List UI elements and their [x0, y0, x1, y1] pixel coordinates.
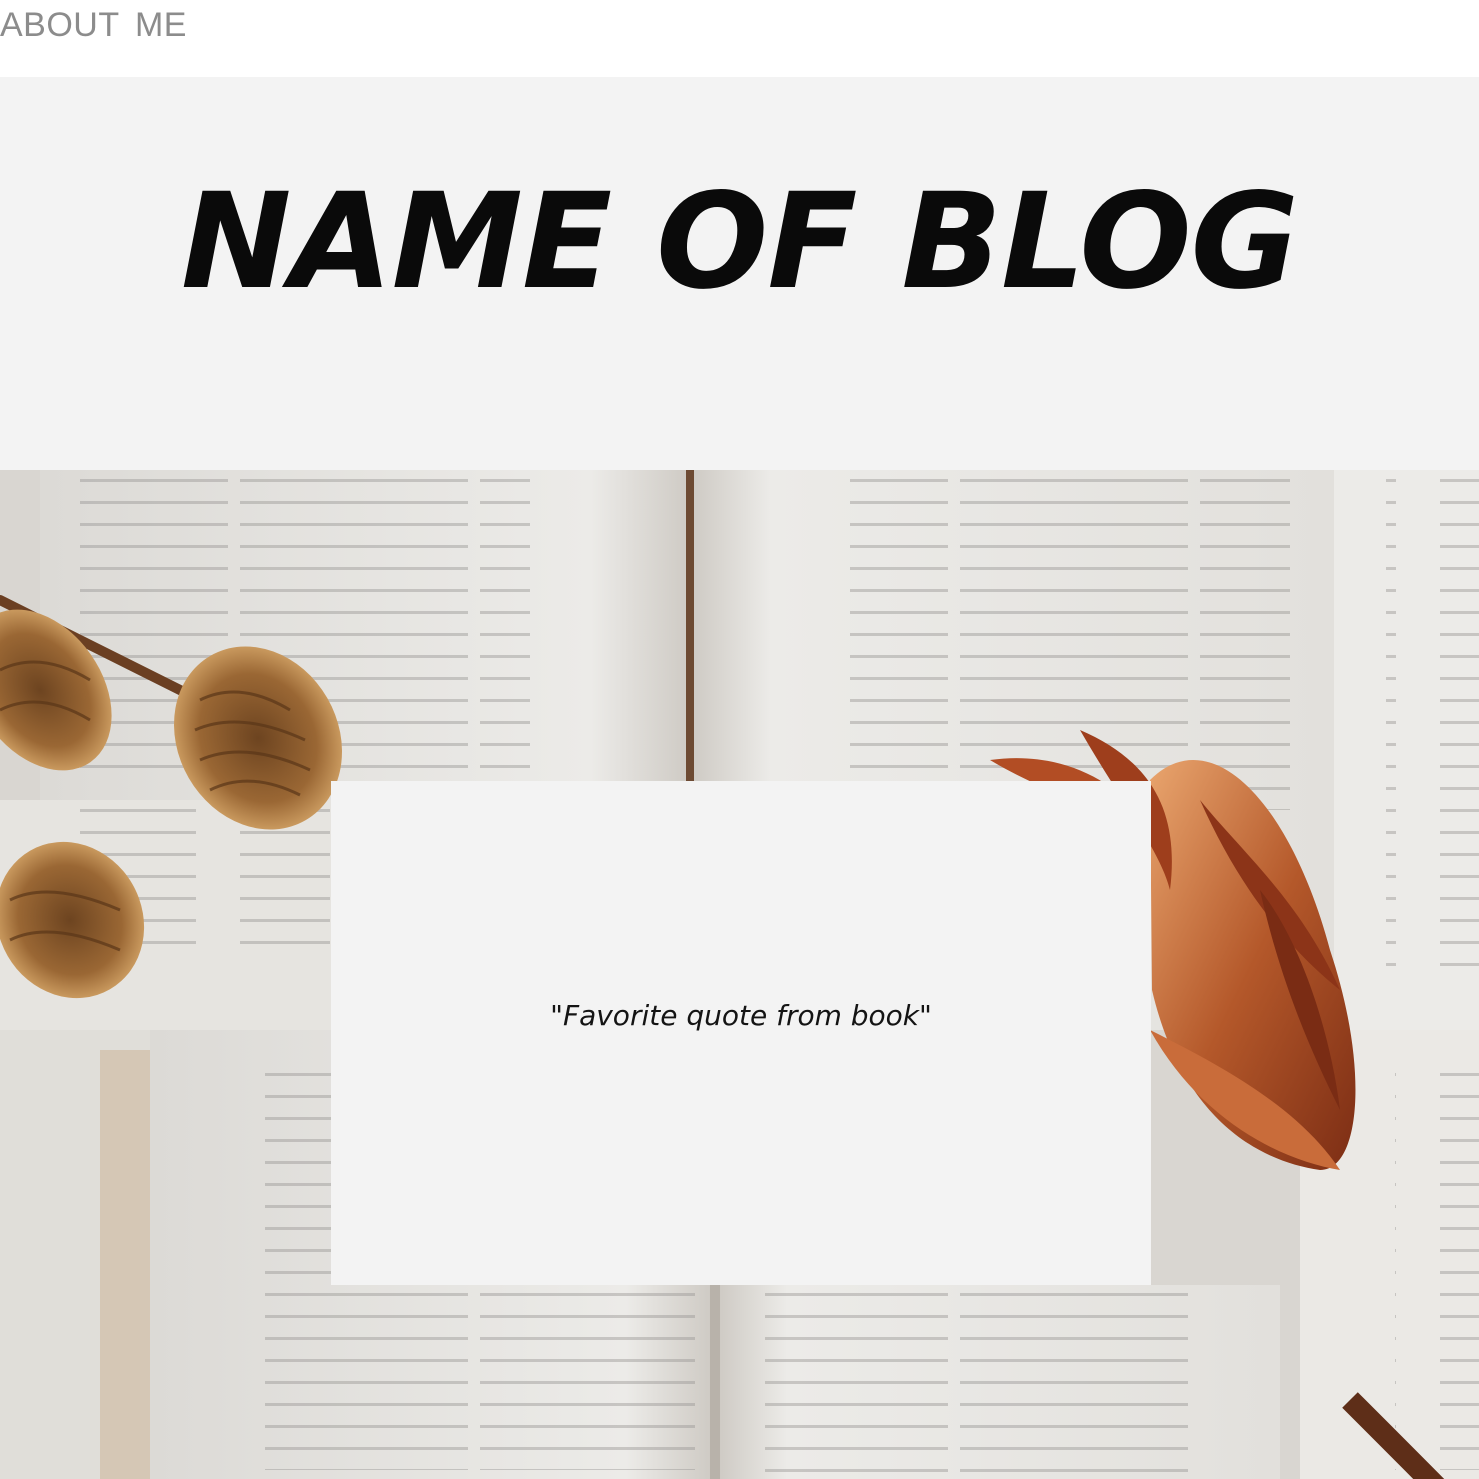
- quote-text: "Favorite quote from book": [550, 999, 932, 1032]
- blog-header: NAME OF BLOG: [0, 77, 1479, 470]
- nav-about-me-link[interactable]: ABOUT ME: [0, 6, 187, 45]
- quote-card: "Favorite quote from book": [331, 781, 1151, 1285]
- blog-title: NAME OF BLOG: [180, 165, 1299, 319]
- top-nav: ABOUT ME: [0, 0, 1479, 77]
